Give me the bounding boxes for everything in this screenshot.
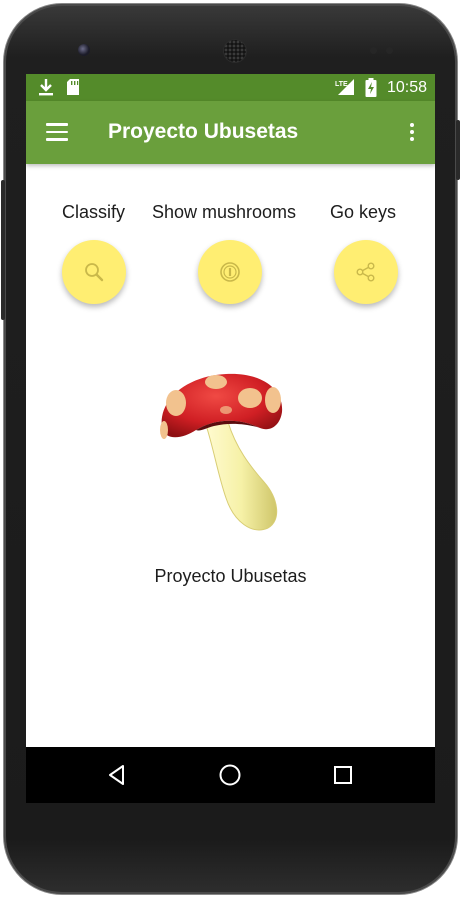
show-mushrooms-label: Show mushrooms: [152, 202, 297, 222]
status-bar: LTE 10:58: [26, 74, 435, 101]
navigation-bar: [26, 747, 435, 803]
home-circle-icon[interactable]: [217, 762, 243, 788]
classify-button[interactable]: [62, 240, 126, 304]
recents-square-icon[interactable]: [330, 762, 356, 788]
proximity-sensor: [370, 47, 377, 54]
show-mushrooms-button[interactable]: [198, 240, 262, 304]
clock: 10:58: [386, 79, 427, 96]
hamburger-menu-icon[interactable]: [46, 123, 68, 141]
volume-button: [1, 180, 5, 320]
power-button: [456, 120, 460, 180]
app-bar: Proyecto Ubusetas: [26, 101, 435, 164]
app-title: Proyecto Ubusetas: [108, 120, 299, 143]
lte-signal-icon: LTE: [335, 79, 354, 95]
go-keys-button[interactable]: [334, 240, 398, 304]
go-keys-label: Go keys: [330, 202, 397, 222]
share-icon: [356, 262, 375, 282]
battery-charging-icon: [365, 78, 377, 97]
magnifier-icon: [85, 263, 104, 282]
lte-label: LTE: [335, 81, 348, 88]
back-triangle-icon[interactable]: [104, 762, 130, 788]
front-camera: [78, 44, 90, 56]
light-sensor: [386, 47, 393, 54]
screen: LTE 10:58 Proyecto Ubusetas Classify Sho…: [26, 74, 435, 803]
classify-label: Classify: [62, 202, 126, 222]
mushroom-illustration: [160, 373, 283, 531]
app-caption: Proyecto Ubusetas: [154, 566, 307, 586]
download-icon: [39, 79, 53, 96]
earpiece-speaker: [224, 40, 246, 62]
more-vert-icon[interactable]: [409, 123, 415, 143]
info-icon: [220, 262, 240, 282]
sd-card-icon: [67, 79, 79, 95]
